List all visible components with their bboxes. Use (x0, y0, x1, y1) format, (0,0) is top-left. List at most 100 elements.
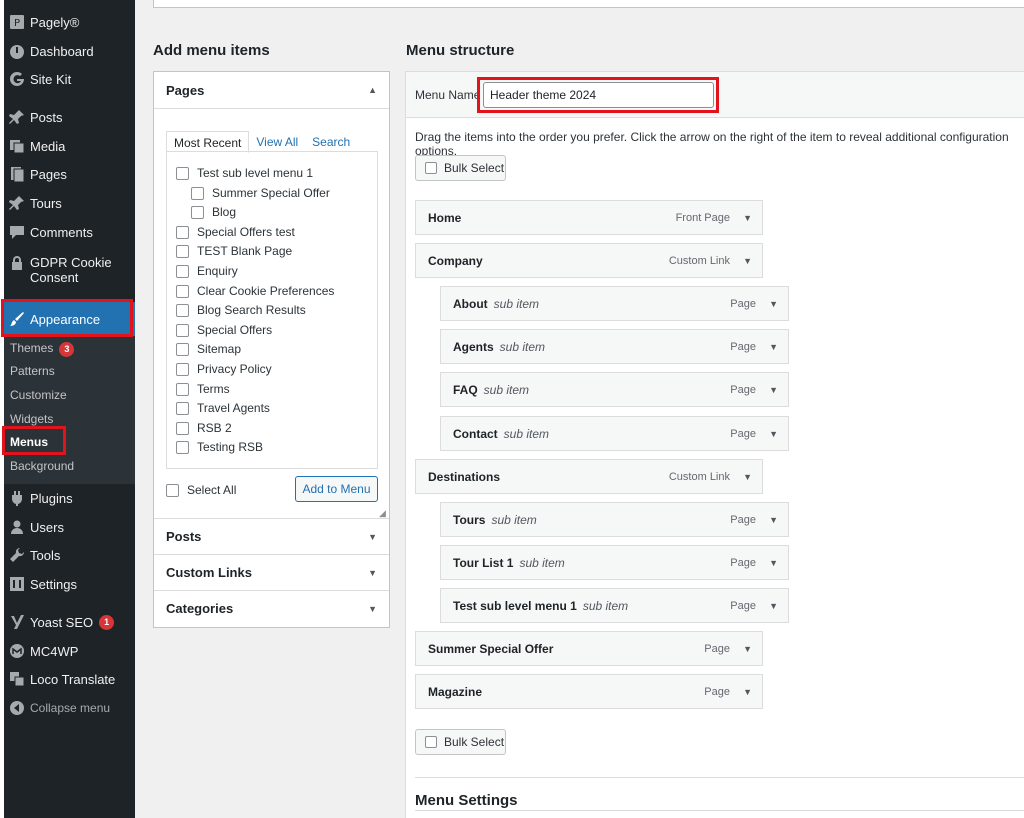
tab-search[interactable]: Search (305, 131, 357, 153)
collapse-menu-button[interactable]: Collapse menu (4, 695, 135, 721)
bulk-select-button-bottom[interactable]: Bulk Select (415, 729, 506, 755)
sidebar-item-users[interactable]: Users (4, 514, 135, 540)
caret-down-icon[interactable]: ▼ (769, 429, 778, 439)
list-item[interactable]: Special Offers (176, 323, 272, 337)
list-item[interactable]: Travel Agents (176, 401, 270, 415)
checkbox[interactable] (176, 166, 189, 180)
menu-item-about[interactable]: About sub item Page ▼ (440, 286, 789, 321)
sidebar-item-tours[interactable]: Tours (4, 190, 135, 216)
checkbox (425, 736, 437, 748)
caret-down-icon[interactable]: ▼ (769, 342, 778, 352)
caret-down-icon[interactable]: ▼ (769, 385, 778, 395)
add-to-menu-button[interactable]: Add to Menu (295, 476, 378, 502)
caret-down-icon[interactable]: ▼ (743, 644, 752, 654)
admin-sidebar: P Pagely® Dashboard Site Kit Posts Media… (0, 0, 135, 818)
sidebar-item-dashboard[interactable]: Dashboard (4, 38, 135, 64)
list-item[interactable]: Clear Cookie Preferences (176, 284, 334, 298)
sidebar-item-settings[interactable]: Settings (4, 571, 135, 597)
menu-item-faq[interactable]: FAQ sub item Page ▼ (440, 372, 789, 407)
submenu-item-widgets[interactable]: Widgets (10, 412, 53, 426)
menu-item-test-sub-level-menu-1[interactable]: Test sub level menu 1 sub item Page ▼ (440, 588, 789, 623)
submenu-item-themes[interactable]: Themes 3 (10, 341, 75, 357)
menu-item-company[interactable]: Company Custom Link ▼ (415, 243, 763, 278)
menu-item-summer-special-offer[interactable]: Summer Special Offer Page ▼ (415, 631, 763, 666)
caret-down-icon[interactable]: ▼ (743, 256, 752, 266)
list-item[interactable]: Privacy Policy (176, 362, 272, 376)
posts-section-header[interactable]: Posts ▼ (154, 518, 389, 554)
sidebar-item-yoast[interactable]: Yoast SEO 1 (4, 609, 135, 635)
list-item[interactable]: Special Offers test (176, 225, 295, 239)
pages-checklist: Test sub level menu 1 Summer Special Off… (166, 151, 378, 469)
list-item[interactable]: Testing RSB (176, 440, 263, 454)
submenu-item-background[interactable]: Background (10, 459, 74, 473)
translate-icon (4, 671, 30, 687)
tab-most-recent[interactable]: Most Recent (166, 131, 250, 153)
checkbox[interactable] (176, 382, 189, 396)
menu-item-agents[interactable]: Agents sub item Page ▼ (440, 329, 789, 364)
sidebar-item-pages[interactable]: Pages (4, 161, 135, 187)
submenu-item-customize[interactable]: Customize (10, 388, 67, 402)
lock-icon (4, 255, 30, 271)
sidebar-item-gdpr[interactable]: GDPR Cookie Consent (4, 252, 135, 288)
sidebar-item-sitekit[interactable]: Site Kit (4, 66, 135, 92)
checkbox[interactable] (176, 264, 189, 278)
checkbox[interactable] (176, 342, 189, 356)
checkbox[interactable] (176, 284, 189, 298)
pages-icon (4, 166, 30, 182)
tab-view-all[interactable]: View All (249, 131, 305, 153)
menu-item-destinations[interactable]: Destinations Custom Link ▼ (415, 459, 763, 494)
caret-down-icon[interactable]: ▼ (769, 299, 778, 309)
pages-section-header[interactable]: Pages ▲ (154, 72, 389, 108)
sidebar-item-posts[interactable]: Posts (4, 104, 135, 130)
caret-down-icon[interactable]: ▼ (743, 472, 752, 482)
checkbox[interactable] (176, 421, 189, 435)
sidebar-item-mc4wp[interactable]: MC4WP (4, 638, 135, 664)
menu-item-contact[interactable]: Contact sub item Page ▼ (440, 416, 789, 451)
users-icon (4, 519, 30, 535)
checkbox[interactable] (166, 483, 179, 497)
sidebar-item-media[interactable]: Media (4, 133, 135, 159)
menu-item-tour-list-1[interactable]: Tour List 1 sub item Page ▼ (440, 545, 789, 580)
list-item[interactable]: TEST Blank Page (176, 244, 292, 258)
menu-item-magazine[interactable]: Magazine Page ▼ (415, 674, 763, 709)
menu-item-home[interactable]: Home Front Page ▼ (415, 200, 763, 235)
list-item[interactable]: Test sub level menu 1 (176, 166, 313, 180)
sidebar-item-tools[interactable]: Tools (4, 542, 135, 568)
list-item[interactable]: Terms (176, 382, 230, 396)
caret-down-icon[interactable]: ▼ (769, 601, 778, 611)
checkbox[interactable] (176, 440, 189, 454)
dashboard-icon (4, 43, 30, 59)
checkbox[interactable] (176, 303, 189, 317)
checkbox[interactable] (191, 186, 204, 200)
list-item[interactable]: Blog Search Results (176, 303, 306, 317)
pages-tabs: Most Recent View All Search (166, 131, 357, 153)
custom-links-section-header[interactable]: Custom Links ▼ (154, 554, 389, 590)
sidebar-item-pagely[interactable]: P Pagely® (4, 9, 135, 35)
bulk-select-button[interactable]: Bulk Select (415, 155, 506, 181)
menu-structure-panel: Menu Name Drag the items into the order … (405, 71, 1024, 818)
categories-section-header[interactable]: Categories ▼ (154, 590, 389, 626)
caret-down-icon[interactable]: ▼ (769, 558, 778, 568)
list-item[interactable]: Sitemap (176, 342, 241, 356)
checkbox[interactable] (176, 323, 189, 337)
submenu-item-patterns[interactable]: Patterns (10, 364, 55, 378)
checkbox[interactable] (176, 362, 189, 376)
menu-item-tours[interactable]: Tours sub item Page ▼ (440, 502, 789, 537)
list-item[interactable]: Summer Special Offer (191, 186, 330, 200)
list-item[interactable]: Enquiry (176, 264, 238, 278)
sidebar-item-plugins[interactable]: Plugins (4, 485, 135, 511)
checkbox[interactable] (176, 225, 189, 239)
appearance-highlight-box (1, 299, 133, 337)
checkbox[interactable] (191, 205, 204, 219)
list-item[interactable]: RSB 2 (176, 421, 232, 435)
checkbox[interactable] (176, 401, 189, 415)
select-all-checkbox[interactable]: Select All (166, 483, 236, 497)
list-item[interactable]: Blog (191, 205, 236, 219)
caret-down-icon[interactable]: ▼ (743, 213, 752, 223)
caret-down-icon[interactable]: ▼ (743, 687, 752, 697)
chevron-down-icon: ▼ (368, 531, 377, 542)
sidebar-item-comments[interactable]: Comments (4, 219, 135, 245)
caret-down-icon[interactable]: ▼ (769, 515, 778, 525)
checkbox[interactable] (176, 244, 189, 258)
sidebar-item-loco-translate[interactable]: Loco Translate (4, 666, 135, 692)
